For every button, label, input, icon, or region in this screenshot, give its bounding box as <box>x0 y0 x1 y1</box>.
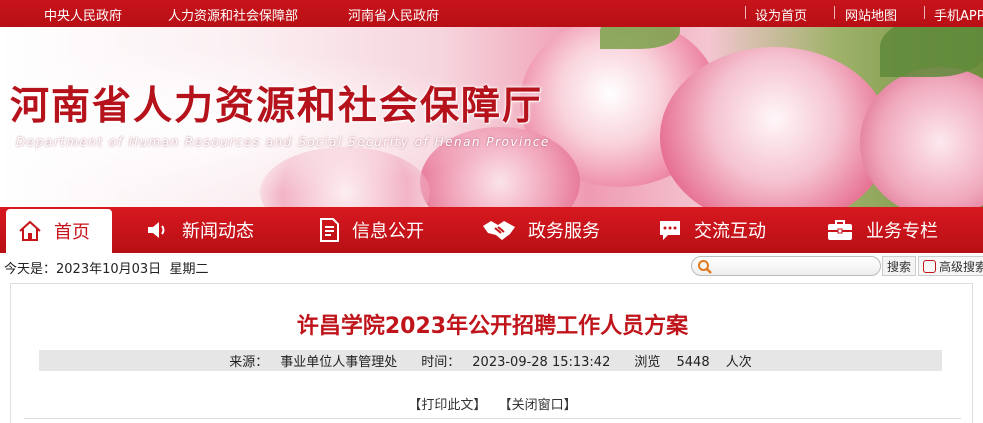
views-count: 5448 <box>676 355 710 370</box>
divider <box>834 6 835 19</box>
link-set-homepage[interactable]: 设为首页 <box>755 5 807 24</box>
nav-item-news[interactable]: 新闻动态 <box>146 207 254 253</box>
briefcase-icon <box>828 220 852 240</box>
divider <box>924 6 925 19</box>
advanced-search-label: 高级搜索 <box>939 259 983 274</box>
link-site-map[interactable]: 网站地图 <box>845 5 897 24</box>
weekday-value: 星期二 <box>169 262 209 277</box>
link-henan-government[interactable]: 河南省人民政府 <box>348 5 439 24</box>
date-prefix: 今天是： <box>4 262 57 277</box>
time-value: 2023-09-28 15:13:42 <box>472 355 611 370</box>
peony-flower-image <box>860 67 983 207</box>
search-input[interactable] <box>691 256 881 276</box>
nav-item-label: 政务服务 <box>528 221 600 242</box>
date-value: 2023年10月03日 <box>56 262 162 277</box>
views-label: 浏览 <box>634 355 661 370</box>
nav-item-label: 首页 <box>54 222 90 243</box>
divider <box>24 418 961 419</box>
nav-item-label: 交流互动 <box>694 221 766 242</box>
nav-item-interaction[interactable]: 交流互动 <box>658 207 766 253</box>
article-views: 浏览 5448 人次 <box>628 351 757 370</box>
article-time: 时间： 2023-09-28 15:13:42 <box>415 351 616 370</box>
source-value: 事业单位人事管理处 <box>280 355 398 370</box>
main-nav: 首页 新闻动态 信息公开 政务服务 交流互动 业务专栏 <box>0 207 983 253</box>
advanced-search-icon <box>923 259 936 273</box>
article-source: 来源： 事业单位人事管理处 <box>223 351 403 370</box>
search-icon <box>698 260 712 274</box>
views-unit: 人次 <box>725 355 752 370</box>
print-link[interactable]: 【打印此文】 <box>408 398 486 413</box>
chat-icon <box>660 221 680 240</box>
close-window-link[interactable]: 【关闭窗口】 <box>499 398 577 413</box>
source-label: 来源： <box>229 355 269 370</box>
article-title: 许昌学院2023年公开招聘工作人员方案 <box>296 314 689 339</box>
document-icon <box>320 218 339 242</box>
article-container: 许昌学院2023年公开招聘工作人员方案 来源： 事业单位人事管理处 时间： 2023… <box>10 283 973 423</box>
nav-item-government-services[interactable]: 政务服务 <box>482 207 600 253</box>
home-icon <box>19 220 41 241</box>
date-search-bar: 今天是：2023年10月03日 星期二 搜索 高级搜索 <box>0 253 983 279</box>
current-date: 今天是：2023年10月03日 星期二 <box>4 258 208 277</box>
article-tools: 【打印此文】 【关闭窗口】 <box>11 394 974 413</box>
leaf-image <box>880 27 983 77</box>
link-central-government[interactable]: 中央人民政府 <box>44 5 122 24</box>
link-ministry-hrss[interactable]: 人力资源和社会保障部 <box>168 5 298 24</box>
speaker-icon <box>148 222 165 238</box>
peony-flower-image <box>660 47 890 207</box>
time-label: 时间： <box>421 355 461 370</box>
nav-item-home[interactable]: 首页 <box>6 209 112 253</box>
nav-item-label: 业务专栏 <box>866 221 938 242</box>
top-bar: 中央人民政府 人力资源和社会保障部 河南省人民政府 设为首页 网站地图 手机AP… <box>0 0 983 27</box>
site-subtitle: Department of Human Resources and Social… <box>16 135 550 149</box>
nav-item-label: 新闻动态 <box>182 221 254 242</box>
handshake-icon <box>483 221 515 240</box>
search-button[interactable]: 搜索 <box>882 256 916 276</box>
divider <box>745 6 746 19</box>
nav-item-label: 信息公开 <box>352 221 424 242</box>
nav-item-business-column[interactable]: 业务专栏 <box>826 207 938 253</box>
article-meta: 来源： 事业单位人事管理处 时间： 2023-09-28 15:13:42 浏览 5… <box>39 350 942 371</box>
site-title: 河南省人力资源和社会保障厅 <box>10 84 544 129</box>
advanced-search-button[interactable]: 高级搜索 <box>918 256 983 276</box>
link-mobile-app[interactable]: 手机APP <box>934 5 983 24</box>
nav-item-info-disclosure[interactable]: 信息公开 <box>318 207 424 253</box>
header-banner: 河南省人力资源和社会保障厅 Department of Human Resour… <box>0 27 983 207</box>
